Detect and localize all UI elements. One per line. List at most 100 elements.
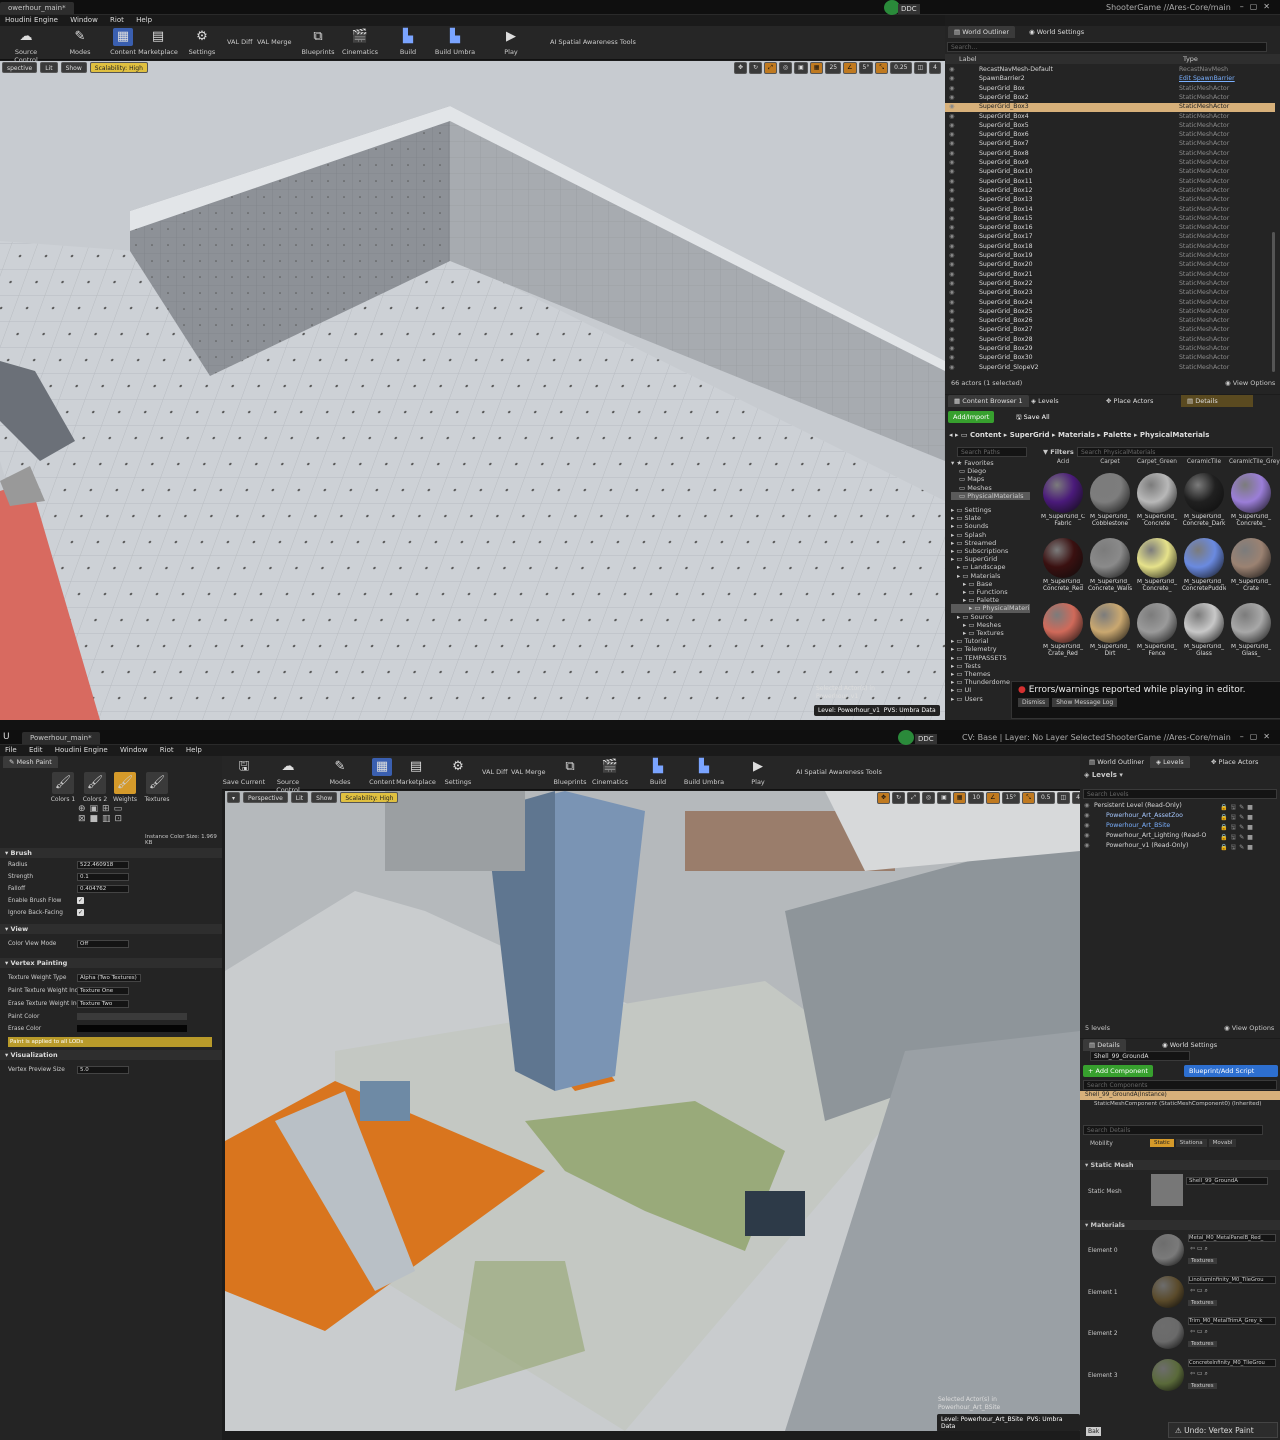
cinematics-button-2[interactable]: 🎬 Cinematics <box>588 758 632 786</box>
scalability-button[interactable]: Scalability: High <box>89 62 148 73</box>
tab-world-outliner[interactable]: ▤ World Outliner <box>948 26 1016 38</box>
material-thumbnail[interactable] <box>1152 1317 1184 1349</box>
visibility-eye-icon[interactable]: ◉ <box>949 122 954 129</box>
material-thumbnail[interactable] <box>1152 1275 1184 1308</box>
asset-tile[interactable]: M_SuperGrid_ Glass <box>1182 601 1226 661</box>
asset-tile[interactable]: M_SuperGrid_ Glass_ Bulletproof <box>1229 601 1273 661</box>
tab-details-2[interactable]: ▤ Details <box>1083 1039 1126 1051</box>
play-button[interactable]: ▶ Play <box>489 28 533 56</box>
build-umbra-button-2[interactable]: ▙ Build Umbra <box>682 758 726 786</box>
folder-tree-item[interactable]: ▸ ▭ Base <box>951 580 1030 588</box>
val-diff-button[interactable]: VAL Diff <box>227 38 252 46</box>
crumb-supergrid[interactable]: SuperGrid <box>1010 431 1050 439</box>
outliner-row[interactable]: ◉ SuperGrid_SlopeV2 StaticMeshActor <box>945 364 1275 373</box>
settings-button[interactable]: ⚙ Settings <box>180 28 224 56</box>
visibility-eye-icon[interactable]: ◉ <box>949 317 954 324</box>
mode-weights[interactable]: 🖌 Weights <box>112 772 138 803</box>
paint-color-swatch[interactable] <box>77 1013 187 1020</box>
visibility-eye-icon[interactable]: ◉ <box>949 140 954 147</box>
visibility-eye-icon[interactable]: ◉ <box>949 261 954 268</box>
play-button-2[interactable]: ▶ Play <box>736 758 780 786</box>
outliner-row[interactable]: ◉ SuperGrid_Box11 StaticMeshActor <box>945 178 1275 187</box>
grid-snap-value[interactable]: 10 <box>968 792 985 804</box>
col-type[interactable]: Type <box>1183 55 1198 63</box>
grid-snap-icon[interactable]: ▦ <box>809 62 824 74</box>
tab-place-actors-2[interactable]: ✥ Place Actors <box>1205 756 1264 768</box>
visibility-eye-icon[interactable]: ◉ <box>1084 802 1089 809</box>
visibility-eye-icon[interactable]: ◉ <box>949 252 954 259</box>
surface-snap-icon[interactable]: ▣ <box>937 792 951 804</box>
menu-edit[interactable]: Edit <box>24 745 48 755</box>
folder-tree-item[interactable]: ▸ ▭ Meshes <box>951 621 1030 629</box>
asset-tile[interactable]: M_SuperGrid_ Crate_Red <box>1041 601 1085 661</box>
build-button-2[interactable]: ▙ Build <box>636 758 680 786</box>
menu-riot[interactable]: Riot <box>105 15 129 25</box>
favorite-folder[interactable]: ▭ Diego <box>951 467 1030 475</box>
mobility-stationary[interactable]: Stationa <box>1175 1139 1207 1147</box>
asset-tile[interactable]: M_SuperGrid_ Concrete_Walls <box>1088 536 1132 596</box>
outliner-row[interactable]: ◉ SuperGrid_Box20 StaticMeshActor <box>945 261 1275 270</box>
asset-tile[interactable]: M_SuperGrid_ ConcretePuddle <box>1182 536 1226 596</box>
rotation-snap-icon[interactable]: ∠ <box>986 792 1000 804</box>
scalability-button-2[interactable]: Scalability: High <box>340 792 399 803</box>
settings-button-2[interactable]: ⚙ Settings <box>436 758 480 786</box>
modes-button[interactable]: ✎ Modes <box>58 28 102 56</box>
menu-riot[interactable]: Riot <box>155 745 179 755</box>
outliner-row[interactable]: ◉ SuperGrid_Box14 StaticMeshActor <box>945 206 1275 215</box>
folder-tree-item[interactable]: ▸ ▭ Landscape <box>951 563 1030 571</box>
tab-world-settings[interactable]: ◉ World Settings <box>1023 26 1090 38</box>
visibility-eye-icon[interactable]: ◉ <box>1084 822 1089 829</box>
static-mesh-section[interactable]: ▾ Static Mesh <box>1080 1160 1280 1170</box>
visibility-eye-icon[interactable]: ◉ <box>949 85 954 92</box>
paint-weight-select[interactable]: Texture One <box>77 987 129 995</box>
erase-weight-select[interactable]: Texture Two <box>77 1000 129 1008</box>
blueprints-button-2[interactable]: ⧉ Blueprints <box>548 758 592 786</box>
folder-tree-item[interactable]: ▸ ▭ Themes <box>951 670 1030 678</box>
textures-dropdown[interactable]: Textures <box>1188 1299 1217 1306</box>
viewport-menu-button[interactable]: ▾ <box>227 792 241 803</box>
level-row[interactable]: ◉ Powerhour_v1 (Read-Only) 🔒🖫✎■ <box>1080 842 1280 851</box>
favorite-folder[interactable]: ▭ Meshes <box>951 484 1030 492</box>
save-all-button[interactable]: 🖫 Save All <box>1011 411 1055 426</box>
build-button[interactable]: ▙ Build <box>386 28 430 56</box>
window-controls-2[interactable]: –▢✕ <box>1240 732 1276 741</box>
visibility-eye-icon[interactable]: ◉ <box>949 206 954 213</box>
folder-tree-item[interactable]: ▸ ▭ Streamed <box>951 539 1030 547</box>
scale-icon[interactable]: ⤢ <box>907 792 920 804</box>
outliner-row[interactable]: ◉ SuperGrid_Box9 StaticMeshActor <box>945 159 1275 168</box>
camera-speed-value[interactable]: 4 <box>929 62 941 74</box>
visibility-eye-icon[interactable]: ◉ <box>949 364 954 371</box>
mobility-static[interactable]: Static <box>1150 1139 1174 1147</box>
visibility-eye-icon[interactable]: ◉ <box>949 224 954 231</box>
dismiss-button[interactable]: Dismiss <box>1018 698 1050 707</box>
material-actions-icons[interactable]: ⇦ ▭ ⌕ <box>1190 1370 1208 1378</box>
vertex-painting-section[interactable]: ▾ Vertex Painting <box>0 958 222 968</box>
outliner-row[interactable]: ◉ RecastNavMesh-Default RecastNavMesh <box>945 66 1275 75</box>
perspective-button-2[interactable]: Perspective <box>243 792 288 803</box>
visibility-eye-icon[interactable]: ◉ <box>949 308 954 315</box>
outliner-row[interactable]: ◉ SuperGrid_Box22 StaticMeshActor <box>945 280 1275 289</box>
preview-size-field[interactable]: 5.0 <box>77 1066 129 1074</box>
menu-window[interactable]: Window <box>65 15 103 25</box>
outliner-search-input[interactable]: Search... <box>947 42 1267 52</box>
folder-tree-item[interactable]: ▸ ▭ Materials <box>951 572 1030 580</box>
outliner-row[interactable]: ◉ SuperGrid_Box8 StaticMeshActor <box>945 150 1275 159</box>
surface-snap-icon[interactable]: ▣ <box>794 62 808 74</box>
mode-colors1[interactable]: 🖌 Colors 1 <box>50 772 76 803</box>
material-thumbnail[interactable] <box>1152 1234 1184 1266</box>
add-import-button[interactable]: Add/Import <box>948 411 995 423</box>
visibility-eye-icon[interactable]: ◉ <box>949 233 954 240</box>
tab-world-settings-2[interactable]: ◉ World Settings <box>1156 1039 1223 1051</box>
crumb-materials[interactable]: Materials <box>1058 431 1095 439</box>
outliner-row[interactable]: ◉ SuperGrid_Box7 StaticMeshActor <box>945 140 1275 149</box>
menu-window[interactable]: Window <box>115 745 153 755</box>
folder-tree-item[interactable]: ▸ ▭ PhysicalMateri <box>951 604 1030 613</box>
world-icon[interactable]: ◎ <box>778 62 793 74</box>
mode-colors2[interactable]: 🖌 Colors 2 <box>82 772 108 803</box>
val-merge-button[interactable]: VAL Merge <box>257 38 291 46</box>
cinematics-button[interactable]: 🎬 Cinematics <box>338 28 382 56</box>
scale-snap-icon[interactable]: ⤡ <box>1022 792 1035 804</box>
asset-tile[interactable]: M_SuperGrid_ Crate <box>1229 536 1273 596</box>
details-search-input[interactable]: Search Details <box>1083 1125 1263 1135</box>
mobility-movable[interactable]: Movabl <box>1208 1139 1237 1147</box>
